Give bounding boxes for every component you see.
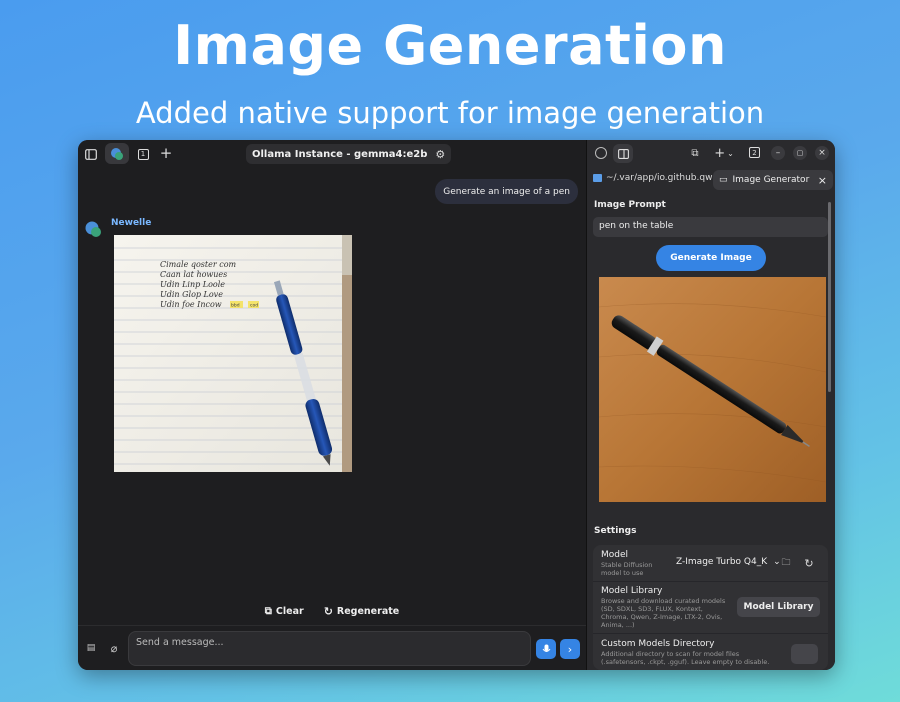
generated-notebook-image: Cimale qoster com Caan lat howues Udin L…	[114, 235, 352, 472]
composer-bar: ▤ ⌀ Send a message... ›	[78, 625, 586, 670]
model-library-desc: (SD, SDXL, SD3, FLUX, Kontext,	[601, 605, 703, 613]
bot-name: Newelle	[111, 218, 152, 228]
microphone-button[interactable]	[536, 639, 556, 659]
clipboard-icon[interactable]: ▤	[84, 641, 98, 655]
chevron-right-icon: ›	[567, 642, 573, 656]
model-library-desc: Anima, ...)	[601, 621, 635, 629]
generated-pen-image	[599, 277, 826, 502]
clear-icon: ⧉	[264, 606, 272, 617]
model-library-row: Model Library Browse and download curate…	[593, 582, 828, 634]
minimize-icon[interactable]: –	[771, 146, 785, 160]
notebook-line: Udin Glop Love	[160, 290, 223, 299]
custom-models-row: Custom Models Directory Additional direc…	[593, 634, 828, 670]
microphone-icon	[542, 644, 550, 652]
model-title-text: Ollama Instance - gemma4:e2b	[252, 148, 428, 160]
clear-button[interactable]: ⧉ Clear	[265, 605, 304, 618]
notebook-highlight: cod	[250, 303, 258, 309]
gear-icon[interactable]: ⚙	[435, 148, 445, 161]
settings-label: Settings	[594, 526, 637, 536]
newelle-avatar-icon	[85, 220, 103, 238]
model-title: Model	[601, 550, 629, 560]
app-window: 1 + Ollama Instance - gemma4:e2b ⚙ Gener…	[78, 140, 835, 670]
image-generator-tab-label: Image Generator	[732, 175, 810, 185]
clear-label: Clear	[275, 606, 304, 617]
new-chat-plus-icon[interactable]: +	[157, 144, 175, 162]
model-library-title: Model Library	[601, 586, 663, 596]
user-message-bubble: Generate an image of a pen	[435, 179, 578, 204]
regenerate-icon: ↻	[323, 605, 333, 618]
custom-models-dir-button[interactable]	[791, 644, 818, 664]
sidebar-toggle-icon[interactable]	[82, 145, 100, 163]
notebook-line: Cimale qoster com	[160, 260, 237, 269]
generate-image-button[interactable]: Generate Image	[656, 245, 766, 271]
custom-models-desc: (.safetensors, .ckpt, .gguf). Leave empt…	[601, 658, 770, 666]
notebook-line: Udin Linp Loole	[160, 280, 225, 289]
settings-group: Model Stable Diffusion model to use Z-Im…	[593, 545, 828, 670]
notebook-line: Udin foe Incow	[160, 300, 222, 309]
tab-overview-icon[interactable]: ⧉	[687, 145, 703, 161]
message-input[interactable]: Send a message...	[128, 631, 531, 666]
chat-tabs-button[interactable]: 1	[134, 145, 152, 163]
regenerate-label: Regenerate	[336, 606, 400, 617]
model-desc: Stable Diffusion	[601, 561, 653, 569]
hero-title: Image Generation	[173, 14, 727, 77]
model-desc: model to use	[601, 569, 644, 577]
tab-image-generator[interactable]: ▭ Image Generator ×	[713, 170, 833, 190]
image-prompt-label: Image Prompt	[594, 200, 666, 210]
add-tab-dropdown[interactable]: + ⌄	[711, 145, 737, 161]
notebook-highlight: bbd	[231, 303, 240, 309]
chevron-down-icon: ⌄	[727, 148, 734, 158]
model-library-desc: Chroma, Qwen, Z-Image, LTX-2, Ovis,	[601, 613, 723, 621]
refresh-icon[interactable]: ↻	[802, 556, 816, 570]
regenerate-button[interactable]: ↻ Regenerate	[324, 605, 400, 618]
model-select[interactable]: Z-Image Turbo Q4_K ⌄	[676, 557, 781, 567]
tab-count-badge: 1	[137, 148, 149, 160]
model-select-value: Z-Image Turbo Q4_K	[676, 557, 768, 567]
newelle-logo-icon	[111, 147, 123, 160]
chat-pane: 1 + Ollama Instance - gemma4:e2b ⚙ Gener…	[78, 140, 586, 670]
monitor-icon: ▭	[719, 175, 728, 185]
model-row: Model Stable Diffusion model to use Z-Im…	[593, 545, 828, 582]
custom-models-title: Custom Models Directory	[601, 639, 715, 649]
hero-subtitle: Added native support for image generatio…	[135, 96, 765, 130]
maximize-icon[interactable]: ▢	[793, 146, 807, 160]
folder-icon	[593, 174, 602, 182]
files-tab-label: ~/.var/app/io.github.qwe	[605, 173, 718, 183]
close-tab-icon[interactable]: ×	[818, 174, 827, 187]
circle-indicator-icon[interactable]	[595, 147, 607, 159]
attach-paperclip-icon[interactable]: ⌀	[107, 641, 121, 655]
tab-count-button[interactable]: 2	[748, 146, 761, 159]
newelle-logo-button[interactable]	[105, 143, 129, 164]
panel-scrollbar[interactable]	[828, 202, 831, 392]
panel-toggle-icon[interactable]	[613, 144, 633, 163]
message-actions: ⧉ Clear ↻ Regenerate	[78, 605, 586, 618]
model-title-pill[interactable]: Ollama Instance - gemma4:e2b ⚙	[246, 144, 452, 164]
model-library-desc: Browse and download curated models	[601, 597, 726, 605]
right-tab-count-badge: 2	[749, 147, 760, 158]
side-panel: ⧉ + ⌄ 2 – ▢ × ~/.var/app/io.github.qwe ▭ …	[586, 140, 835, 670]
send-button[interactable]: ›	[560, 639, 580, 659]
folder-search-icon[interactable]: 🗀	[779, 556, 793, 570]
image-prompt-input[interactable]: pen on the table	[593, 217, 828, 237]
custom-models-desc: Additional directory to scan for model f…	[601, 650, 740, 658]
tab-files[interactable]: ~/.var/app/io.github.qwe	[593, 173, 718, 183]
notebook-line: Caan lat howues	[160, 270, 227, 279]
close-window-icon[interactable]: ×	[815, 146, 829, 160]
model-library-button[interactable]: Model Library	[737, 597, 820, 617]
